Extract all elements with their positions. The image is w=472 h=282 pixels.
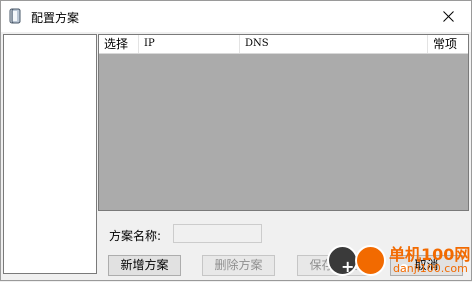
watermark-plus-icon: + bbox=[327, 245, 358, 276]
column-header-dns[interactable]: DNS bbox=[240, 35, 428, 53]
column-header-common[interactable]: 常项 bbox=[428, 35, 468, 53]
close-button[interactable] bbox=[427, 1, 471, 32]
window-title: 配置方案 bbox=[31, 11, 80, 25]
scheme-name-label: 方案名称: bbox=[109, 229, 162, 243]
title-bar: 配置方案 bbox=[1, 1, 471, 32]
table-header: 选择 IP DNS 常项 bbox=[99, 35, 468, 54]
close-icon bbox=[443, 11, 454, 22]
delete-scheme-button[interactable]: 删除方案 bbox=[202, 255, 275, 276]
add-scheme-button[interactable]: 新增方案 bbox=[108, 255, 181, 276]
watermark-url: danji100.com bbox=[393, 262, 468, 275]
scheme-table[interactable]: 选择 IP DNS 常项 bbox=[98, 34, 469, 211]
app-icon bbox=[9, 8, 23, 25]
scheme-name-input[interactable] bbox=[173, 224, 262, 243]
site-watermark: + 单机100网 danji100.com bbox=[323, 239, 472, 282]
column-header-select[interactable]: 选择 bbox=[99, 35, 139, 53]
config-scheme-window: 配置方案 选择 IP DNS 常项 方案名称: 新增方案 删除方案 保存方案 取… bbox=[0, 0, 472, 281]
watermark-dot-icon bbox=[355, 245, 408, 276]
column-header-ip[interactable]: IP bbox=[139, 35, 240, 53]
scheme-list[interactable] bbox=[3, 34, 97, 274]
